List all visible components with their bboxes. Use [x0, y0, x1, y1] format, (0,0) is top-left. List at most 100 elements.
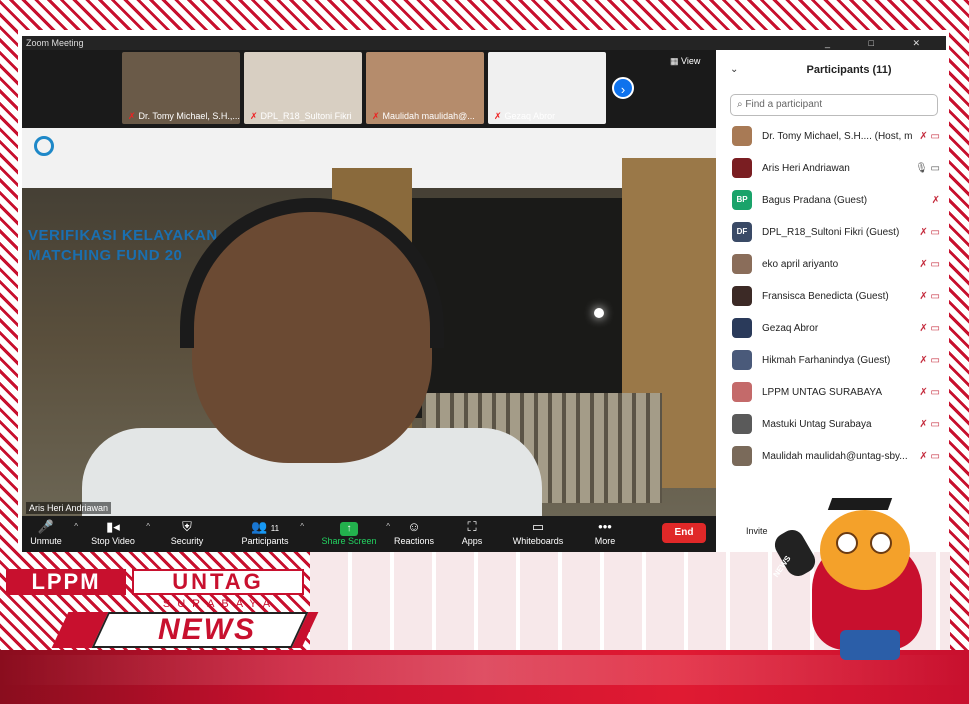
list-item[interactable]: Aris Heri Andriawan 🎙 ▭: [716, 152, 946, 184]
avatar: [732, 318, 752, 338]
mute-status-icon: ✗ ▭: [919, 450, 940, 462]
chevron-up-icon[interactable]: ^: [146, 522, 150, 531]
mute-status-icon: ✗ ▭: [919, 258, 940, 270]
avatar: [732, 126, 752, 146]
apps-icon: ⛶: [467, 519, 477, 534]
chevron-up-icon[interactable]: ^: [300, 522, 304, 531]
security-button[interactable]: ⛨ Security: [168, 518, 206, 546]
owl-mascot-head: [820, 510, 910, 590]
avatar: [732, 158, 752, 178]
smiley-icon: ☺: [407, 519, 421, 534]
participants-icon: 👥 11: [250, 519, 280, 534]
more-button[interactable]: ••• More: [590, 518, 620, 546]
chevron-up-icon[interactable]: ^: [74, 522, 78, 531]
mute-status-icon: ✗ ▭: [919, 386, 940, 398]
list-item[interactable]: BP Bagus Pradana (Guest) ✗: [716, 184, 946, 216]
video-tile[interactable]: ✗ Dr. Tomy Michael, S.H.,...: [122, 52, 240, 124]
graduation-cap-icon: [827, 498, 893, 510]
list-item[interactable]: DF DPL_R18_Sultoni Fikri (Guest) ✗ ▭: [716, 216, 946, 248]
background-room: [412, 198, 622, 418]
avatar: [732, 254, 752, 274]
bottom-light-streak: [0, 655, 969, 685]
mascot-eye-right: [870, 532, 892, 554]
view-label: View: [681, 56, 701, 66]
list-item[interactable]: Fransisca Benedicta (Guest) ✗ ▭: [716, 280, 946, 312]
more-icon: •••: [598, 519, 612, 534]
participant-list: Dr. Tomy Michael, S.H.... (Host, me) ✗ ▭ …: [716, 120, 946, 472]
gallery-strip: ✗ Dr. Tomy Michael, S.H.,... ✗ DPL_R18_Sul…: [22, 50, 716, 128]
video-tile[interactable]: ✗ Gezaq Abror: [488, 52, 606, 124]
zoom-window: Zoom Meeting _ □ ✕ ✗ Dr. Tomy Michael, S.…: [22, 36, 946, 552]
participants-panel: ⌄ Participants (11) ⌕ Find a participant…: [716, 50, 946, 552]
tile-name: ✗ DPL_R18_Sultoni Fikri: [250, 111, 352, 121]
list-item[interactable]: Gezaq Abror ✗ ▭: [716, 312, 946, 344]
video-tile[interactable]: ✗ Maulidah maulidah@...: [366, 52, 484, 124]
mic-muted-icon: ✗: [372, 111, 380, 121]
list-item[interactable]: LPPM UNTAG SURABAYA ✗ ▭: [716, 376, 946, 408]
avatar: DF: [732, 222, 752, 242]
end-meeting-button[interactable]: End: [662, 523, 706, 543]
mic-muted-icon: ✗: [494, 111, 502, 121]
unmute-button[interactable]: 🎤 Unmute ^: [26, 518, 78, 546]
mic-muted-icon: ✗: [250, 111, 258, 121]
active-speaker-video: VERIFIKASI KELAYAKAN MATCHING FUND 20 Ar…: [22, 128, 716, 516]
view-button[interactable]: ▦ View: [670, 56, 700, 67]
avatar: BP: [732, 190, 752, 210]
list-item[interactable]: eko april ariyanto ✗ ▭: [716, 248, 946, 280]
stop-video-button[interactable]: ▮◂ Stop Video ^: [88, 518, 150, 546]
lppm-logo: LPPM: [6, 569, 126, 595]
apps-button[interactable]: ⛶ Apps: [458, 518, 486, 546]
shield-icon: ⛨: [182, 519, 192, 534]
ceiling-light: [594, 308, 604, 318]
share-screen-icon: ↑: [320, 518, 378, 536]
reactions-button[interactable]: ☺ Reactions: [394, 518, 434, 546]
panel-title: Participants (11): [806, 64, 892, 76]
speaker-name-label: Aris Heri Andriawan: [26, 502, 112, 514]
window-controls[interactable]: _ □ ✕: [825, 36, 938, 50]
mute-status-icon: ✗ ▭: [919, 354, 940, 366]
avatar: [732, 286, 752, 306]
mute-status-icon: ✗ ▭: [919, 290, 940, 302]
tile-name: ✗ Dr. Tomy Michael, S.H.,...: [128, 111, 240, 121]
avatar: [732, 382, 752, 402]
mute-status-icon: 🎙 ▭: [915, 162, 940, 174]
participants-button[interactable]: 👥 11 Participants ^: [238, 518, 304, 546]
chevron-up-icon[interactable]: ^: [386, 522, 390, 531]
avatar: [732, 350, 752, 370]
mic-muted-icon: 🎤: [37, 519, 55, 534]
whiteboards-button[interactable]: ▭ Whiteboards: [510, 518, 566, 546]
list-item[interactable]: Maulidah maulidah@untag-sby... ✗ ▭: [716, 440, 946, 472]
avatar: [732, 446, 752, 466]
participant-count: 11: [270, 524, 280, 533]
mic-muted-icon: ✗: [128, 111, 136, 121]
share-screen-button[interactable]: ↑ Share Screen ^: [320, 518, 390, 546]
mascot-eye-left: [836, 532, 858, 554]
tile-name: ✗ Gezaq Abror: [494, 111, 556, 121]
panel-header: ⌄ Participants (11): [716, 50, 946, 88]
participant-search-input[interactable]: ⌕ Find a participant: [730, 94, 938, 116]
banner-text: VERIFIKASI KELAYAKAN MATCHING FUND 20: [28, 227, 218, 264]
mute-status-icon: ✗ ▭: [919, 418, 940, 430]
list-item[interactable]: Hikmah Farhanindya (Guest) ✗ ▭: [716, 344, 946, 376]
news-title: NEWS: [158, 613, 256, 646]
mute-status-icon: ✗: [931, 194, 940, 206]
ministry-logo-icon: [34, 136, 54, 156]
meeting-toolbar: 🎤 Unmute ^ ▮◂ Stop Video ^ ⛨ Security 👥 …: [22, 516, 716, 552]
grid-icon: ▦: [670, 56, 679, 66]
video-camera-icon: ▮◂: [106, 519, 120, 534]
mute-status-icon: ✗ ▭: [919, 322, 940, 334]
untag-logo: UNTAG: [132, 569, 304, 595]
next-page-button[interactable]: ›: [612, 77, 634, 99]
title-bar: Zoom Meeting _ □ ✕: [22, 36, 946, 50]
mute-status-icon: ✗ ▭: [919, 226, 940, 238]
mascot-legs: [840, 630, 900, 660]
whiteboard-icon: ▭: [531, 519, 545, 534]
mute-status-icon: ✗ ▭: [919, 130, 940, 142]
list-item[interactable]: Dr. Tomy Michael, S.H.... (Host, me) ✗ ▭: [716, 120, 946, 152]
window-title: Zoom Meeting: [26, 38, 84, 48]
list-item[interactable]: Mastuki Untag Surabaya ✗ ▭: [716, 408, 946, 440]
avatar: [732, 414, 752, 434]
surabaya-logo-text: SURABAYA: [162, 598, 278, 610]
tile-name: ✗ Maulidah maulidah@...: [372, 111, 475, 121]
video-tile[interactable]: ✗ DPL_R18_Sultoni Fikri: [244, 52, 362, 124]
